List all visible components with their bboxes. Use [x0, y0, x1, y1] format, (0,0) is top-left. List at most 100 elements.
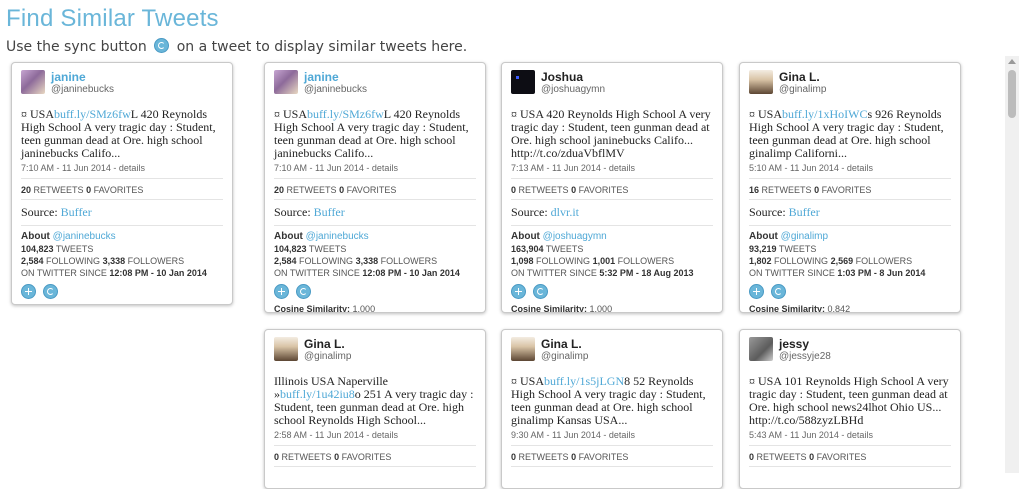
avatar[interactable] — [749, 70, 773, 94]
tweet-link[interactable]: buff.ly/SMz6fw — [54, 107, 131, 121]
tweet-source: Source: Buffer — [21, 200, 223, 226]
similar-tweet-card: janine @janinebucks ¤ USAbuff.ly/SMz6fwL… — [264, 62, 486, 313]
source-link[interactable]: dlvr.it — [551, 205, 579, 219]
source-tweet-card: janine @janinebucks ¤ USAbuff.ly/SMz6fwL… — [11, 62, 233, 305]
tweet-text: ¤ USAbuff.ly/1s5jLGN8 52 Reynolds High S… — [511, 374, 706, 427]
tweet-link[interactable]: buff.ly/1u42iu8 — [280, 387, 355, 401]
tweet-meta: 7:10 AM - 11 Jun 2014 - details — [274, 163, 476, 179]
tweet-counts: 0 RETWEETS 0 FAVORITES — [749, 446, 951, 467]
tweet-text: ¤ USAbuff.ly/SMz6fwL 420 Reynolds High S… — [274, 107, 469, 160]
twitter-since: ON TWITTER SINCE 1:03 PM - 8 Jun 2014 — [749, 268, 926, 278]
tweet-counts: 0 RETWEETS 0 FAVORITES — [511, 179, 713, 200]
source-link[interactable]: Buffer — [789, 205, 820, 219]
tweet-meta: 9:30 AM - 11 Jun 2014 - details — [511, 430, 713, 446]
similar-tweet-card: Gina L. @ginalimp Illinois USA Napervill… — [264, 329, 486, 489]
tweet-link[interactable]: buff.ly/1s5jLGN — [544, 374, 624, 388]
cosine-similarity: Cosine Similarity: 0.842 — [749, 304, 851, 313]
similar-tweet-card: Gina L. @ginalimp ¤ USAbuff.ly/1xHoIWCs … — [739, 62, 961, 313]
tweet-link[interactable]: buff.ly/1xHoIWC — [782, 107, 867, 121]
tweet-counts: 16 RETWEETS 0 FAVORITES — [749, 179, 951, 200]
avatar[interactable] — [274, 70, 298, 94]
tweet-text: Illinois USA Naperville »buff.ly/1u42iu8… — [274, 374, 474, 427]
user-name[interactable]: Gina L. — [541, 337, 582, 351]
follow-counts: 2,584 FOLLOWING 3,338 FOLLOWERS — [21, 256, 185, 266]
tweet-source: Source: Buffer — [274, 200, 476, 226]
details-link[interactable]: details — [847, 163, 873, 173]
follow-counts: 2,584 FOLLOWING 3,338 FOLLOWERS — [274, 256, 438, 266]
about-handle-link[interactable]: @janinebucks — [53, 231, 116, 242]
scroll-thumb[interactable] — [1008, 70, 1016, 118]
about-user: About @ginalimp — [749, 231, 829, 242]
source-link[interactable]: Buffer — [314, 205, 345, 219]
twitter-since: ON TWITTER SINCE 12:08 PM - 10 Jan 2014 — [21, 268, 207, 278]
cosine-similarity: Cosine Similarity: 1.000 — [274, 304, 376, 313]
user-name[interactable]: Gina L. — [779, 70, 820, 84]
tweet-text: ¤ USA 101 Reynolds High School A very tr… — [749, 374, 949, 427]
tweet-meta: 2:58 AM - 11 Jun 2014 - details — [274, 430, 476, 446]
tweet-counts: 20 RETWEETS 0 FAVORITES — [21, 179, 223, 200]
details-link[interactable]: details — [372, 430, 398, 440]
avatar[interactable] — [21, 70, 45, 94]
details-link[interactable]: details — [847, 430, 873, 440]
about-handle-link[interactable]: @janinebucks — [306, 231, 369, 242]
tweet-counts: 0 RETWEETS 0 FAVORITES — [274, 446, 476, 467]
tweets-count: 104,823 TWEETS — [21, 244, 94, 254]
user-handle: @joshuagymn — [541, 84, 606, 95]
sync-icon[interactable] — [533, 284, 549, 299]
user-name[interactable]: Joshua — [541, 70, 583, 84]
tweet-counts: 20 RETWEETS 0 FAVORITES — [274, 179, 476, 200]
details-link[interactable]: details — [609, 163, 635, 173]
tweet-link[interactable]: buff.ly/SMz6fw — [307, 107, 384, 121]
tweets-count: 163,904 TWEETS — [511, 244, 584, 254]
similar-tweet-card: Gina L. @ginalimp ¤ USAbuff.ly/1s5jLGN8 … — [501, 329, 723, 489]
details-link[interactable]: details — [609, 430, 635, 440]
avatar[interactable] — [274, 337, 298, 361]
add-icon[interactable] — [274, 284, 289, 299]
about-user: About @janinebucks — [21, 231, 116, 242]
sync-icon — [154, 38, 170, 53]
vertical-scrollbar[interactable] — [1005, 56, 1019, 473]
user-name[interactable]: jessy — [779, 337, 809, 351]
user-name[interactable]: janine — [51, 70, 86, 84]
details-link[interactable]: details — [119, 163, 145, 173]
user-handle: @jessyje28 — [779, 351, 831, 362]
tweet-text: ¤ USAbuff.ly/1xHoIWCs 926 Reynolds High … — [749, 107, 944, 160]
avatar[interactable] — [749, 337, 773, 361]
subtitle-text-before: Use the sync button — [6, 39, 147, 55]
add-icon[interactable] — [511, 284, 526, 299]
tweet-meta: 5:43 AM - 11 Jun 2014 - details — [749, 430, 951, 446]
sync-icon[interactable] — [43, 284, 59, 299]
source-link[interactable]: Buffer — [61, 205, 92, 219]
sync-icon[interactable] — [296, 284, 312, 299]
tweet-text: ¤ USAbuff.ly/SMz6fwL 420 Reynolds High S… — [21, 107, 216, 160]
similar-tweet-card: Joshua @joshuagymn ¤ USA 420 Reynolds Hi… — [501, 62, 723, 313]
about-user: About @joshuagymn — [511, 231, 607, 242]
sync-icon[interactable] — [771, 284, 787, 299]
user-handle: @janinebucks — [304, 84, 367, 95]
add-icon[interactable] — [749, 284, 764, 299]
about-handle-link[interactable]: @joshuagymn — [543, 231, 607, 242]
page-title: Find Similar Tweets — [6, 5, 219, 32]
user-handle: @ginalimp — [779, 84, 827, 95]
user-handle: @ginalimp — [304, 351, 352, 362]
tweets-count: 93,219 TWEETS — [749, 244, 817, 254]
tweet-meta: 7:13 AM - 11 Jun 2014 - details — [511, 163, 713, 179]
details-link[interactable]: details — [372, 163, 398, 173]
subtitle-text-after: on a tweet to display similar tweets her… — [176, 39, 468, 55]
user-name[interactable]: Gina L. — [304, 337, 345, 351]
twitter-since: ON TWITTER SINCE 5:32 PM - 18 Aug 2013 — [511, 268, 694, 278]
scroll-up-arrow-icon[interactable] — [1008, 59, 1016, 64]
avatar[interactable] — [511, 337, 535, 361]
avatar[interactable] — [511, 70, 535, 94]
about-user: About @janinebucks — [274, 231, 369, 242]
follow-counts: 1,098 FOLLOWING 1,001 FOLLOWERS — [511, 256, 675, 266]
tweet-text: ¤ USA 420 Reynolds High School A very tr… — [511, 107, 711, 160]
tweets-count: 104,823 TWEETS — [274, 244, 347, 254]
user-name[interactable]: janine — [304, 70, 339, 84]
about-handle-link[interactable]: @ginalimp — [781, 231, 828, 242]
add-icon[interactable] — [21, 284, 36, 299]
follow-counts: 1,802 FOLLOWING 2,569 FOLLOWERS — [749, 256, 913, 266]
user-handle: @janinebucks — [51, 84, 114, 95]
twitter-since: ON TWITTER SINCE 12:08 PM - 10 Jan 2014 — [274, 268, 460, 278]
tweet-meta: 5:10 AM - 11 Jun 2014 - details — [749, 163, 951, 179]
